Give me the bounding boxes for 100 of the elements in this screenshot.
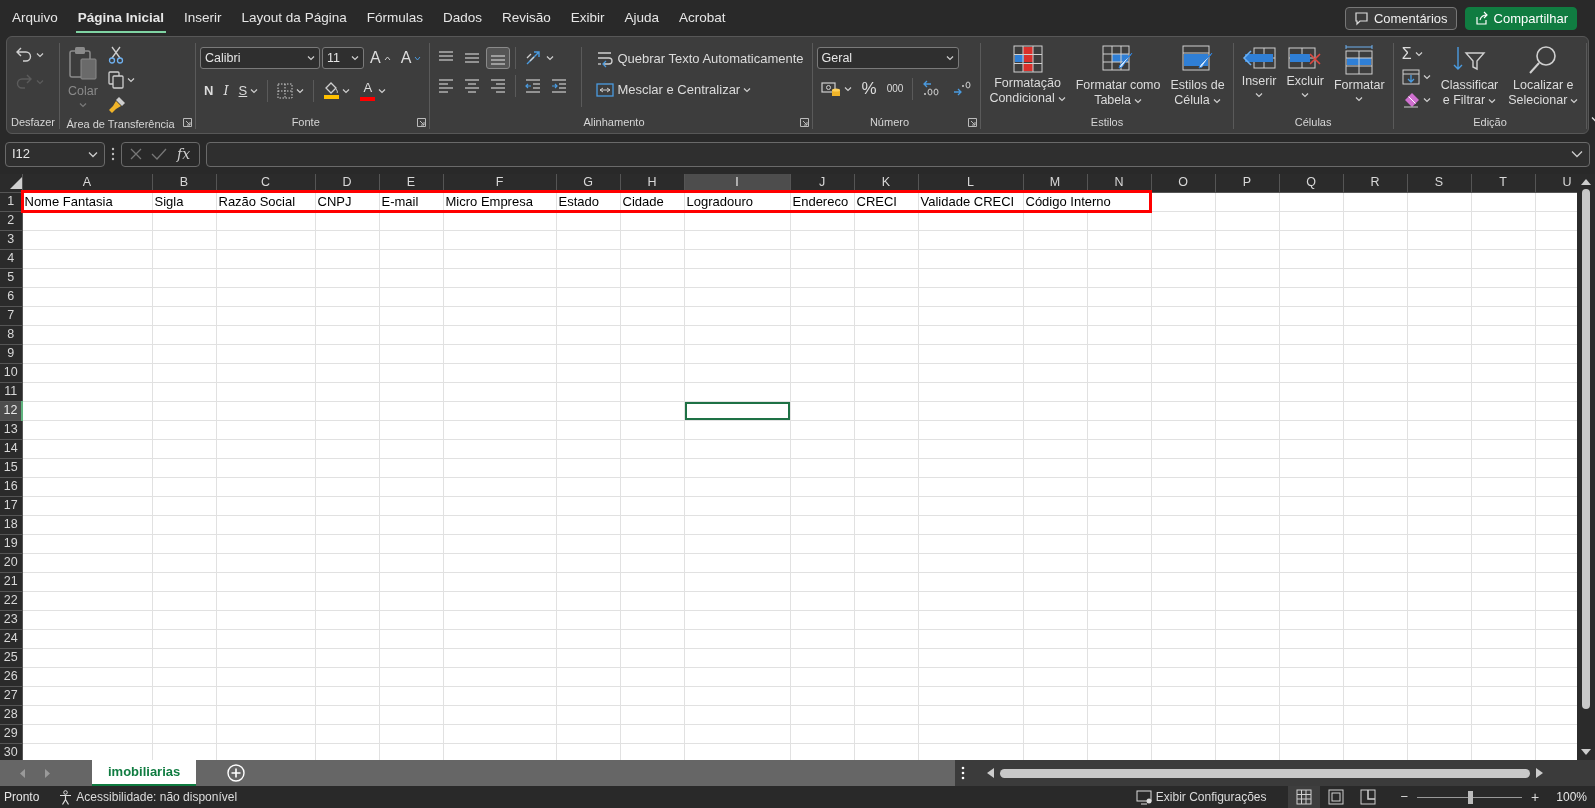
launcher-icon[interactable]: [968, 118, 978, 127]
number-format-field[interactable]: Geral: [816, 47, 959, 69]
sheet-tab[interactable]: imobiliarias: [92, 760, 197, 786]
insert-cells-icon: [1242, 45, 1277, 71]
page-layout-icon: [1327, 789, 1344, 805]
close-icon: [129, 147, 143, 161]
column-header[interactable]: R: [1343, 174, 1407, 192]
monitor-gear-icon: [1135, 789, 1153, 805]
column-header[interactable]: S: [1407, 174, 1471, 192]
accessibility-icon: [58, 789, 74, 805]
menu-tab[interactable]: Página Inicial: [67, 5, 175, 31]
paint-bucket-icon: [323, 82, 340, 94]
column-header[interactable]: U: [1535, 174, 1577, 192]
bold-button[interactable]: N: [200, 79, 218, 102]
column-header[interactable]: Q: [1279, 174, 1343, 192]
accessibility-button[interactable]: Acessibilidade: não disponível: [57, 788, 239, 806]
paintbrush-icon: [108, 96, 127, 114]
table-button[interactable]: Formatar como Tabela: [1071, 43, 1165, 110]
left-arrow-icon: [987, 768, 994, 778]
font-name-field[interactable]: Calibri: [200, 47, 321, 69]
format-button[interactable]: Formatar: [1329, 43, 1389, 104]
share-icon: [1473, 10, 1489, 26]
wrap-button[interactable]: Quebrar Texto Automaticamente: [592, 47, 808, 71]
group-label: Alinhamento: [582, 115, 646, 129]
delete-cells-icon: [1288, 45, 1323, 71]
name-box[interactable]: I12: [5, 141, 105, 167]
undo-icon: [15, 46, 33, 64]
italic-button[interactable]: I: [219, 79, 233, 102]
align-left-icon: [438, 78, 455, 94]
view-button[interactable]: [1287, 786, 1320, 808]
comma-button[interactable]: 000: [882, 78, 908, 100]
menu-tab[interactable]: Arquivo: [2, 5, 68, 31]
column-header[interactable]: O: [1151, 174, 1215, 192]
caret-icon: [1414, 51, 1423, 57]
menu-tab[interactable]: Dados: [432, 5, 492, 31]
caret-icon: [1057, 95, 1066, 102]
caret-icon: [743, 87, 752, 93]
caret-icon: [378, 87, 387, 94]
launcher-icon[interactable]: [183, 118, 193, 127]
share-button[interactable]: Compartilhar: [1464, 6, 1577, 30]
comments-button[interactable]: Comentários: [1344, 6, 1457, 30]
menu-tab[interactable]: Revisão: [491, 5, 561, 31]
formula-input[interactable]: [206, 141, 1590, 167]
align-bottom-button[interactable]: [486, 47, 511, 69]
delete-button[interactable]: Excluir: [1282, 43, 1328, 100]
launcher-icon[interactable]: [417, 118, 427, 127]
decimal-arrow-icon: [952, 80, 973, 98]
caret-icon: [1134, 97, 1142, 104]
cell-styles-button[interactable]: Estilos de Célula: [1166, 43, 1229, 110]
caret-icon: [296, 87, 305, 94]
find-button[interactable]: Localizar e Selecionar: [1504, 43, 1583, 110]
launcher-icon[interactable]: [799, 118, 809, 127]
more-icon: [111, 147, 115, 161]
underline-button[interactable]: S: [234, 79, 263, 102]
caret-icon: [250, 87, 259, 94]
sort-button[interactable]: Classificar e Filtrar: [1436, 43, 1503, 110]
cancel-button[interactable]: [128, 146, 144, 162]
right-arrow-icon: [1536, 768, 1543, 778]
caret-icon: [127, 77, 136, 83]
zoom-in-button[interactable]: +: [1528, 788, 1543, 806]
fill-down-icon: [1401, 69, 1420, 85]
column-header[interactable]: P: [1215, 174, 1279, 192]
font-color-button[interactable]: A: [356, 77, 391, 104]
caret-icon: [1571, 150, 1583, 158]
group-label: Área de Transferência: [65, 117, 176, 131]
display-settings-button[interactable]: Exibir Configurações: [1134, 788, 1268, 806]
zoom-out-button[interactable]: −: [1397, 788, 1412, 806]
indent-icon: [551, 78, 568, 94]
menu-tab[interactable]: Fórmulas: [356, 5, 433, 31]
outdent-icon: [525, 78, 542, 94]
sum-button[interactable]: Σ: [1397, 43, 1435, 65]
horizontal-scrollbar[interactable]: [955, 760, 1595, 786]
enter-button[interactable]: [150, 146, 168, 162]
clipboard-icon: [68, 45, 99, 81]
percent-button[interactable]: %: [857, 78, 881, 100]
font-size-field[interactable]: 11: [322, 47, 365, 69]
menu-tab[interactable]: Acrobat: [669, 5, 736, 31]
highlighted-grid-icon: [1012, 45, 1043, 73]
checkmark-icon: [151, 147, 167, 161]
align-center-icon: [464, 78, 481, 94]
menu-tab[interactable]: Exibir: [560, 5, 615, 31]
grow-button[interactable]: A: [366, 47, 395, 69]
down-caret-icon: [414, 55, 422, 61]
merge-button[interactable]: Mesclar e Centralizar: [592, 79, 808, 101]
insert-button[interactable]: Inserir: [1237, 43, 1281, 100]
insert-function-button[interactable]: fx: [174, 145, 194, 163]
slider-thumb[interactable]: [1467, 790, 1473, 804]
caret-icon: [1255, 92, 1264, 98]
group-label: Desfazer: [11, 115, 56, 129]
group-label: Estilos: [1089, 115, 1125, 129]
column-header[interactable]: T: [1471, 174, 1535, 192]
conditional-button[interactable]: Formatação Condicional: [985, 43, 1070, 108]
caret-icon: [1355, 96, 1364, 102]
menu-tab[interactable]: Inserir: [174, 5, 232, 31]
select-all-icon[interactable]: [9, 177, 22, 190]
magnifier-icon: [1528, 45, 1559, 75]
shrink-button[interactable]: A: [396, 47, 426, 69]
caret-icon: [342, 87, 351, 94]
menu-tab[interactable]: Layout da Página: [231, 5, 357, 31]
menu-tab[interactable]: Ajuda: [614, 5, 670, 31]
